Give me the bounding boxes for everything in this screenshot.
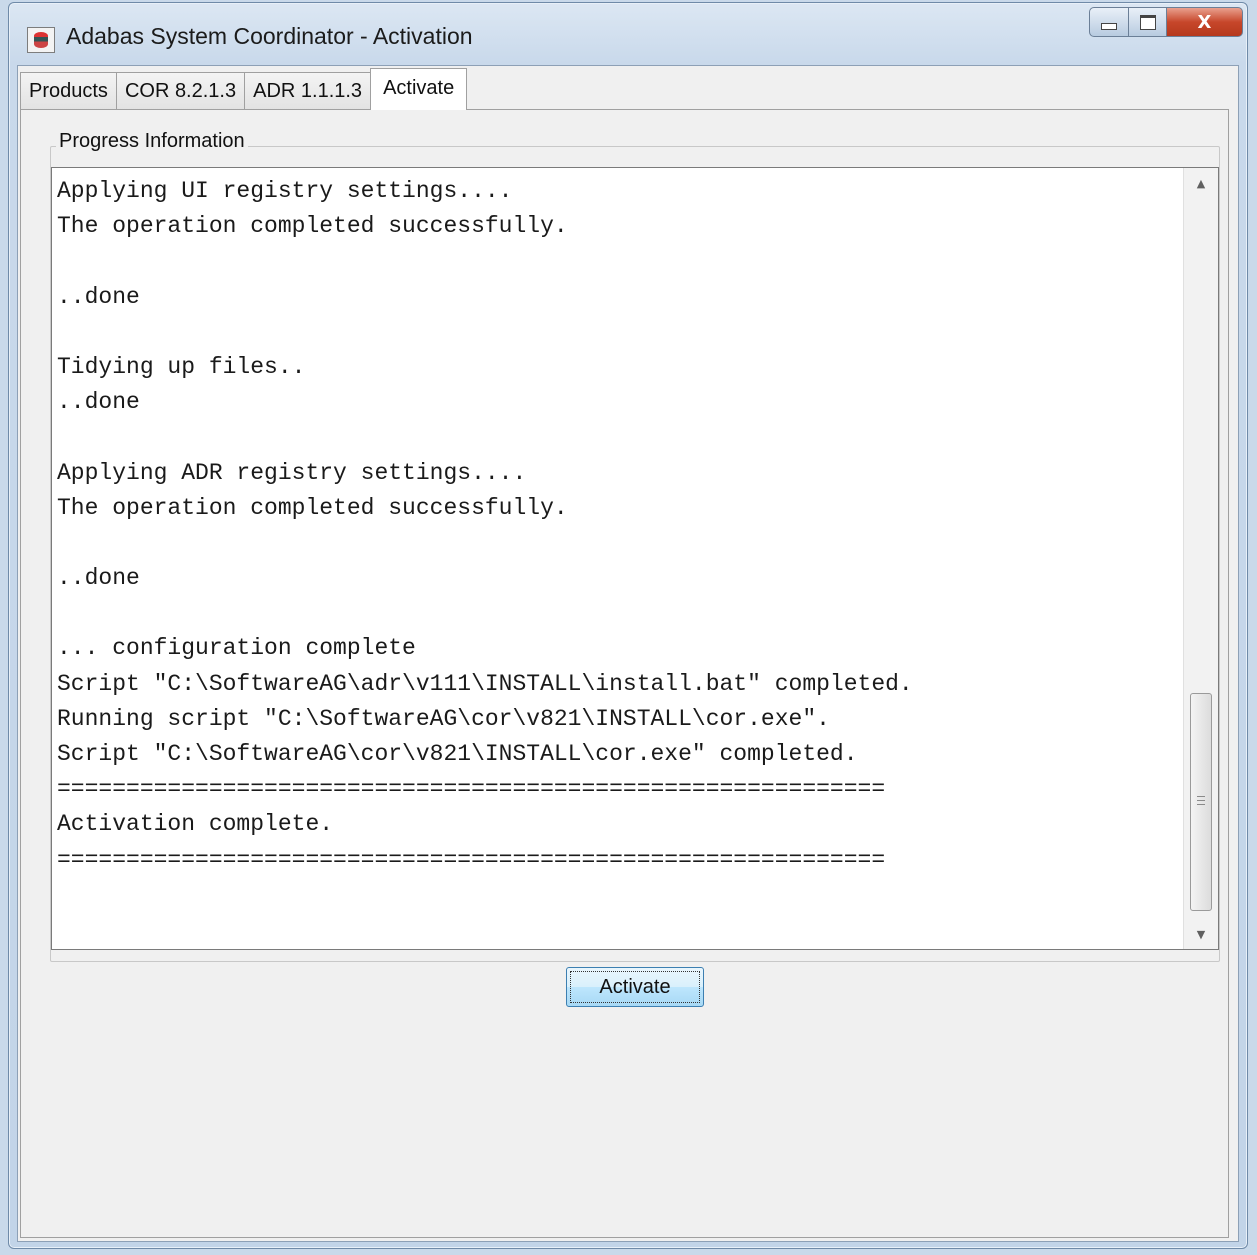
close-button[interactable]: X bbox=[1167, 7, 1243, 37]
log-line: Running script "C:\SoftwareAG\cor\v821\I… bbox=[57, 705, 830, 732]
log-line: Script "C:\SoftwareAG\adr\v111\INSTALL\i… bbox=[57, 670, 913, 697]
log-line: ..done bbox=[57, 389, 140, 416]
progress-group-label: Progress Information bbox=[56, 130, 248, 153]
log-line: Script "C:\SoftwareAG\cor\v821\INSTALL\c… bbox=[57, 741, 858, 767]
title-bar[interactable]: Adabas System Coordinator - Activation X bbox=[9, 3, 1247, 65]
vertical-scrollbar[interactable]: ▲ ▼ bbox=[1183, 168, 1218, 949]
window-title: Adabas System Coordinator - Activation bbox=[66, 23, 473, 49]
log-line: ..done bbox=[57, 283, 140, 310]
scroll-up-button[interactable]: ▲ bbox=[1184, 168, 1218, 198]
progress-log-textarea[interactable]: Applying UI registry settings.... The ope… bbox=[51, 167, 1219, 950]
focus-rectangle bbox=[570, 971, 700, 1003]
maximize-button[interactable] bbox=[1129, 7, 1167, 37]
close-icon: X bbox=[1197, 11, 1212, 33]
log-line: The operation completed successfully. bbox=[57, 494, 568, 521]
minimize-button[interactable] bbox=[1089, 7, 1129, 37]
log-line: The operation completed successfully. bbox=[57, 213, 568, 240]
tab-adr[interactable]: ADR 1.1.1.3 bbox=[244, 72, 372, 110]
activate-tab-panel: Progress Information Applying UI registr… bbox=[20, 109, 1229, 1238]
arrow-down-icon: ▼ bbox=[1196, 927, 1206, 941]
log-line: Applying ADR registry settings.... bbox=[57, 459, 527, 486]
minimize-icon bbox=[1101, 22, 1117, 30]
log-line: Applying UI registry settings.... bbox=[57, 178, 513, 204]
log-line: ========================================… bbox=[57, 846, 886, 873]
log-line: ... configuration complete bbox=[57, 635, 416, 662]
arrow-up-icon: ▲ bbox=[1196, 176, 1206, 190]
log-line: ========================================… bbox=[57, 776, 886, 803]
log-line: ..done bbox=[57, 565, 140, 592]
tab-activate[interactable]: Activate bbox=[370, 68, 468, 110]
scrollbar-thumb[interactable] bbox=[1190, 693, 1212, 911]
scroll-down-button[interactable]: ▼ bbox=[1184, 919, 1218, 949]
tab-strip: Products COR 8.2.1.3 ADR 1.1.1.3 Activat… bbox=[20, 68, 468, 110]
log-line: Tidying up files.. bbox=[57, 353, 306, 380]
caption-buttons: X bbox=[1089, 7, 1243, 37]
progress-log: Applying UI registry settings.... The ope… bbox=[57, 174, 1177, 878]
tab-cor[interactable]: COR 8.2.1.3 bbox=[115, 72, 246, 110]
tab-products[interactable]: Products bbox=[20, 72, 117, 110]
database-icon[interactable] bbox=[27, 27, 55, 53]
grip-icon bbox=[1197, 796, 1205, 808]
activate-button[interactable]: Activate bbox=[566, 967, 704, 1007]
maximize-icon bbox=[1139, 14, 1156, 30]
log-line: Activation complete. bbox=[57, 811, 334, 838]
